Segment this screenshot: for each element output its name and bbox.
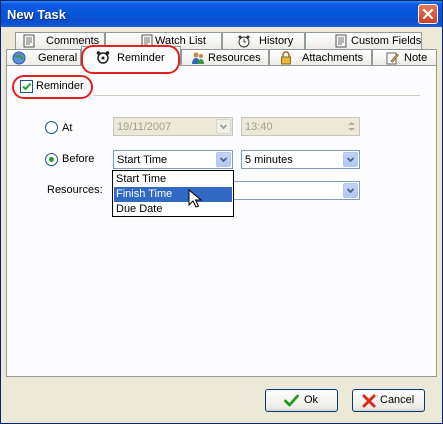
window-title: New Task	[7, 7, 67, 22]
tab-note[interactable]: Note	[372, 49, 437, 66]
spinner-arrows-icon	[348, 122, 355, 131]
date-dropdown-button[interactable]	[216, 119, 231, 134]
checkmark-icon	[284, 394, 299, 407]
at-date-input[interactable]: 19/11/2007	[113, 117, 233, 136]
tab-history[interactable]: History	[222, 32, 305, 49]
notepad-icon	[23, 34, 35, 48]
chevron-down-icon	[346, 157, 355, 163]
notepad-icon	[335, 34, 347, 48]
pencil-icon	[386, 52, 399, 65]
at-radio[interactable]	[45, 121, 58, 134]
resources-icon	[192, 52, 204, 64]
before-label: Before	[62, 153, 95, 165]
chevron-down-icon	[219, 157, 228, 163]
at-label: At	[62, 122, 73, 134]
dropdown-button[interactable]	[343, 152, 358, 167]
cancel-label: Cancel	[380, 394, 415, 406]
tab-custom-fields[interactable]: Custom Fields	[305, 32, 422, 49]
tab-resources[interactable]: Resources	[181, 49, 269, 66]
before-offset-select[interactable]: 5 minutes	[241, 150, 360, 169]
dropdown-button[interactable]	[343, 183, 358, 198]
dropdown-option-hovered[interactable]: Finish Time	[114, 187, 232, 202]
checkbox-highlight	[12, 75, 93, 99]
chevron-down-icon	[346, 188, 355, 194]
time-spinner[interactable]	[345, 119, 358, 134]
ok-label: Ok	[304, 394, 319, 406]
dropdown-option[interactable]: Due Date	[114, 202, 232, 217]
tab-attachments[interactable]: Attachments	[269, 49, 372, 66]
tab-label: Attachments	[302, 52, 364, 64]
tab-general[interactable]: General	[6, 49, 81, 66]
clock-icon	[238, 35, 250, 48]
divider	[93, 95, 420, 96]
before-anchor-select[interactable]: Start Time	[113, 150, 233, 169]
lock-icon	[281, 51, 291, 65]
at-time-input[interactable]: 13:40	[241, 117, 360, 136]
ok-button[interactable]: Ok	[265, 389, 338, 412]
chevron-down-icon	[219, 124, 228, 130]
tab-label: History	[259, 35, 294, 47]
tab-highlight	[81, 45, 180, 74]
tab-label: Custom Fields	[351, 35, 422, 47]
close-icon	[422, 8, 434, 20]
tab-label: Note	[404, 52, 428, 64]
title-bar[interactable]: New Task	[1, 1, 442, 27]
dropdown-option[interactable]: Start Time	[114, 172, 232, 187]
dropdown-button[interactable]	[216, 152, 231, 167]
cross-icon	[362, 394, 376, 408]
globe-icon	[12, 51, 26, 65]
mouse-cursor-icon	[188, 189, 202, 208]
before-radio[interactable]	[45, 153, 58, 166]
task-dialog: New Task Comments Watch List History Cus…	[0, 0, 443, 424]
close-button[interactable]	[418, 4, 438, 24]
cancel-button[interactable]: Cancel	[352, 389, 425, 412]
tab-label: General	[38, 52, 78, 64]
before-anchor-dropdown-list: Start Time Finish Time Due Date	[112, 170, 234, 217]
tab-label: Resources	[208, 52, 261, 64]
reminder-panel	[6, 65, 437, 377]
resources-label: Resources:	[47, 184, 103, 196]
